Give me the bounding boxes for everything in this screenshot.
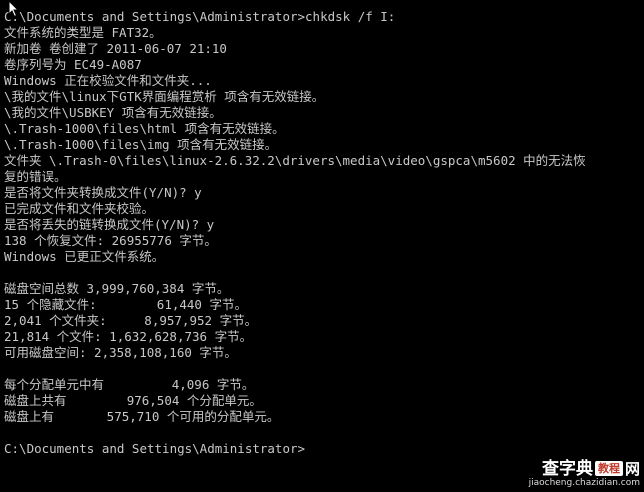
- console-line: Windows 已更正文件系统。: [4, 249, 165, 264]
- watermark-title: 查字典: [541, 459, 593, 479]
- console-line: 磁盘上有 575,710 个可用的分配单元。: [4, 409, 280, 424]
- console-line: \.Trash-1000\files\img 项含有无效链接。: [4, 137, 278, 152]
- console-line: 文件夹 \.Trash-0\files\linux-2.6.32.2\drive…: [4, 153, 586, 168]
- console-line: 138 个恢复文件: 26955776 字节。: [4, 233, 217, 248]
- site-watermark: 查字典 教程网 jiaocheng.chazidian.com: [529, 460, 640, 489]
- console-window[interactable]: C:\Documents and Settings\Administrator>…: [0, 0, 644, 492]
- console-line: 每个分配单元中有 4,096 字节。: [4, 377, 255, 392]
- console-prompt[interactable]: C:\Documents and Settings\Administrator>: [4, 441, 644, 457]
- console-line: Windows 正在校验文件和文件夹...: [4, 73, 212, 88]
- console-line-command: C:\Documents and Settings\Administrator>…: [4, 9, 396, 24]
- console-line: 卷序列号为 EC49-A087: [4, 57, 142, 72]
- console-line: 21,814 个文件: 1,632,628,736 字节。: [4, 329, 253, 344]
- console-line: 可用磁盘空间: 2,358,108,160 字节。: [4, 345, 237, 360]
- watermark-title-suffix: 网: [624, 460, 640, 478]
- watermark-logo: 查字典 教程网: [529, 460, 640, 478]
- console-line: 文件系统的类型是 FAT32。: [4, 25, 162, 40]
- console-line: 已完成文件和文件夹校验。: [4, 201, 155, 216]
- console-line: \.Trash-1000\files\html 项含有无效链接。: [4, 121, 285, 136]
- console-line: 2,041 个文件夹: 8,957,952 字节。: [4, 313, 258, 328]
- console-line: 是否将丢失的链转换成文件(Y/N)? y: [4, 217, 215, 232]
- console-line: 15 个隐藏文件: 61,440 字节。: [4, 297, 247, 312]
- console-line: 新加卷 卷创建了 2011-06-07 21:10: [4, 41, 227, 56]
- console-line: \我的文件\linux下GTK界面编程赏析 项含有无效链接。: [4, 89, 325, 104]
- console-line: 磁盘上共有 976,504 个分配单元。: [4, 393, 262, 408]
- console-line: 是否将文件夹转换成文件(Y/N)? y: [4, 185, 202, 200]
- console-line: \我的文件\USBKEY 项含有无效链接。: [4, 105, 222, 120]
- console-line: 磁盘空间总数 3,999,760,384 字节。: [4, 281, 230, 296]
- console-output: C:\Documents and Settings\Administrator>…: [4, 9, 644, 457]
- mouse-pointer-icon: [8, 0, 20, 18]
- console-line: 复的错误。: [4, 169, 67, 184]
- watermark-url: jiaocheng.chazidian.com: [528, 478, 640, 488]
- watermark-badge: 教程: [594, 461, 623, 476]
